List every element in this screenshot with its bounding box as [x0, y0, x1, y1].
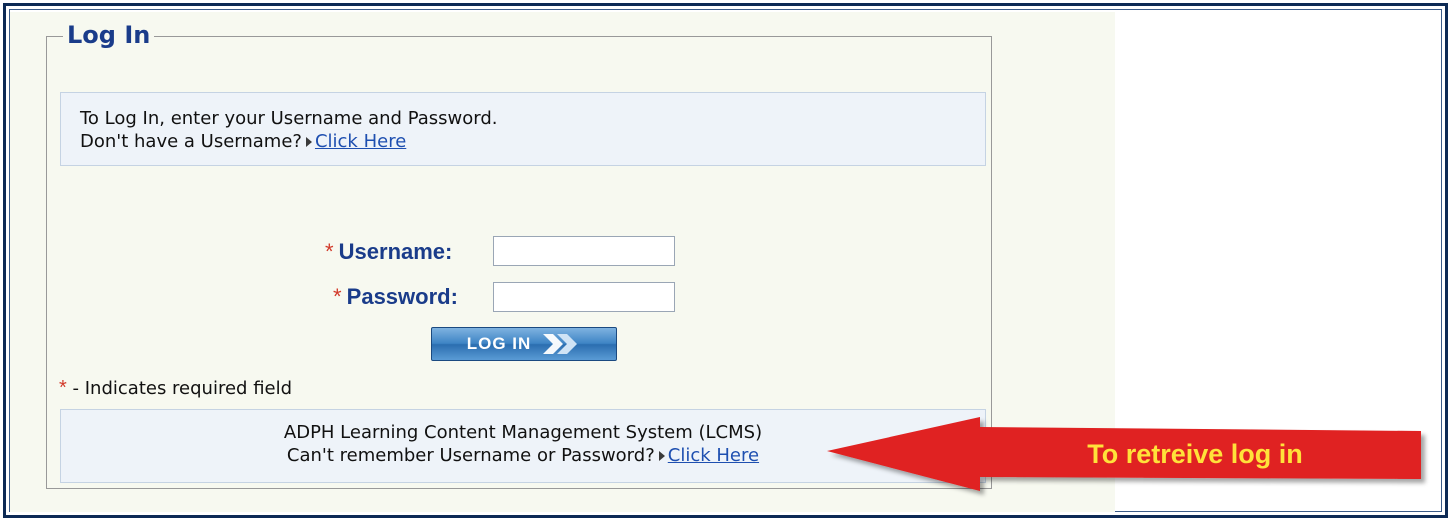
bullet-arrow-icon [658, 450, 665, 461]
password-label: Password: [346, 284, 458, 309]
password-required-marker: * [333, 284, 342, 309]
login-button[interactable]: LOG IN [431, 327, 617, 361]
username-label: Username: [338, 239, 453, 264]
username-label-group: * Username: [325, 239, 452, 265]
double-chevron-icon [543, 334, 578, 354]
username-input[interactable] [493, 236, 675, 266]
instructions-line: To Log In, enter your Username and Passw… [80, 108, 498, 129]
register-prompt-text: Don't have a Username? [80, 131, 302, 152]
callout-label: To retreive log in [1087, 439, 1303, 469]
required-note-marker: * [59, 377, 67, 399]
forgot-credentials-link[interactable]: Click Here [668, 445, 759, 466]
login-legend: Log In [63, 18, 155, 52]
login-instructions: To Log In, enter your Username and Passw… [60, 92, 986, 166]
bullet-arrow-icon [305, 136, 312, 147]
password-input[interactable] [493, 282, 675, 312]
required-note-text: - Indicates required field [72, 378, 293, 399]
required-field-note: * - Indicates required field [59, 377, 292, 400]
register-prompt: Don't have a Username? Click Here [80, 130, 985, 153]
login-button-label: LOG IN [466, 334, 532, 353]
username-required-marker: * [325, 239, 334, 264]
register-link[interactable]: Click Here [315, 131, 406, 152]
forgot-prompt-text: Can't remember Username or Password? [286, 445, 655, 466]
password-label-group: * Password: [333, 284, 458, 310]
